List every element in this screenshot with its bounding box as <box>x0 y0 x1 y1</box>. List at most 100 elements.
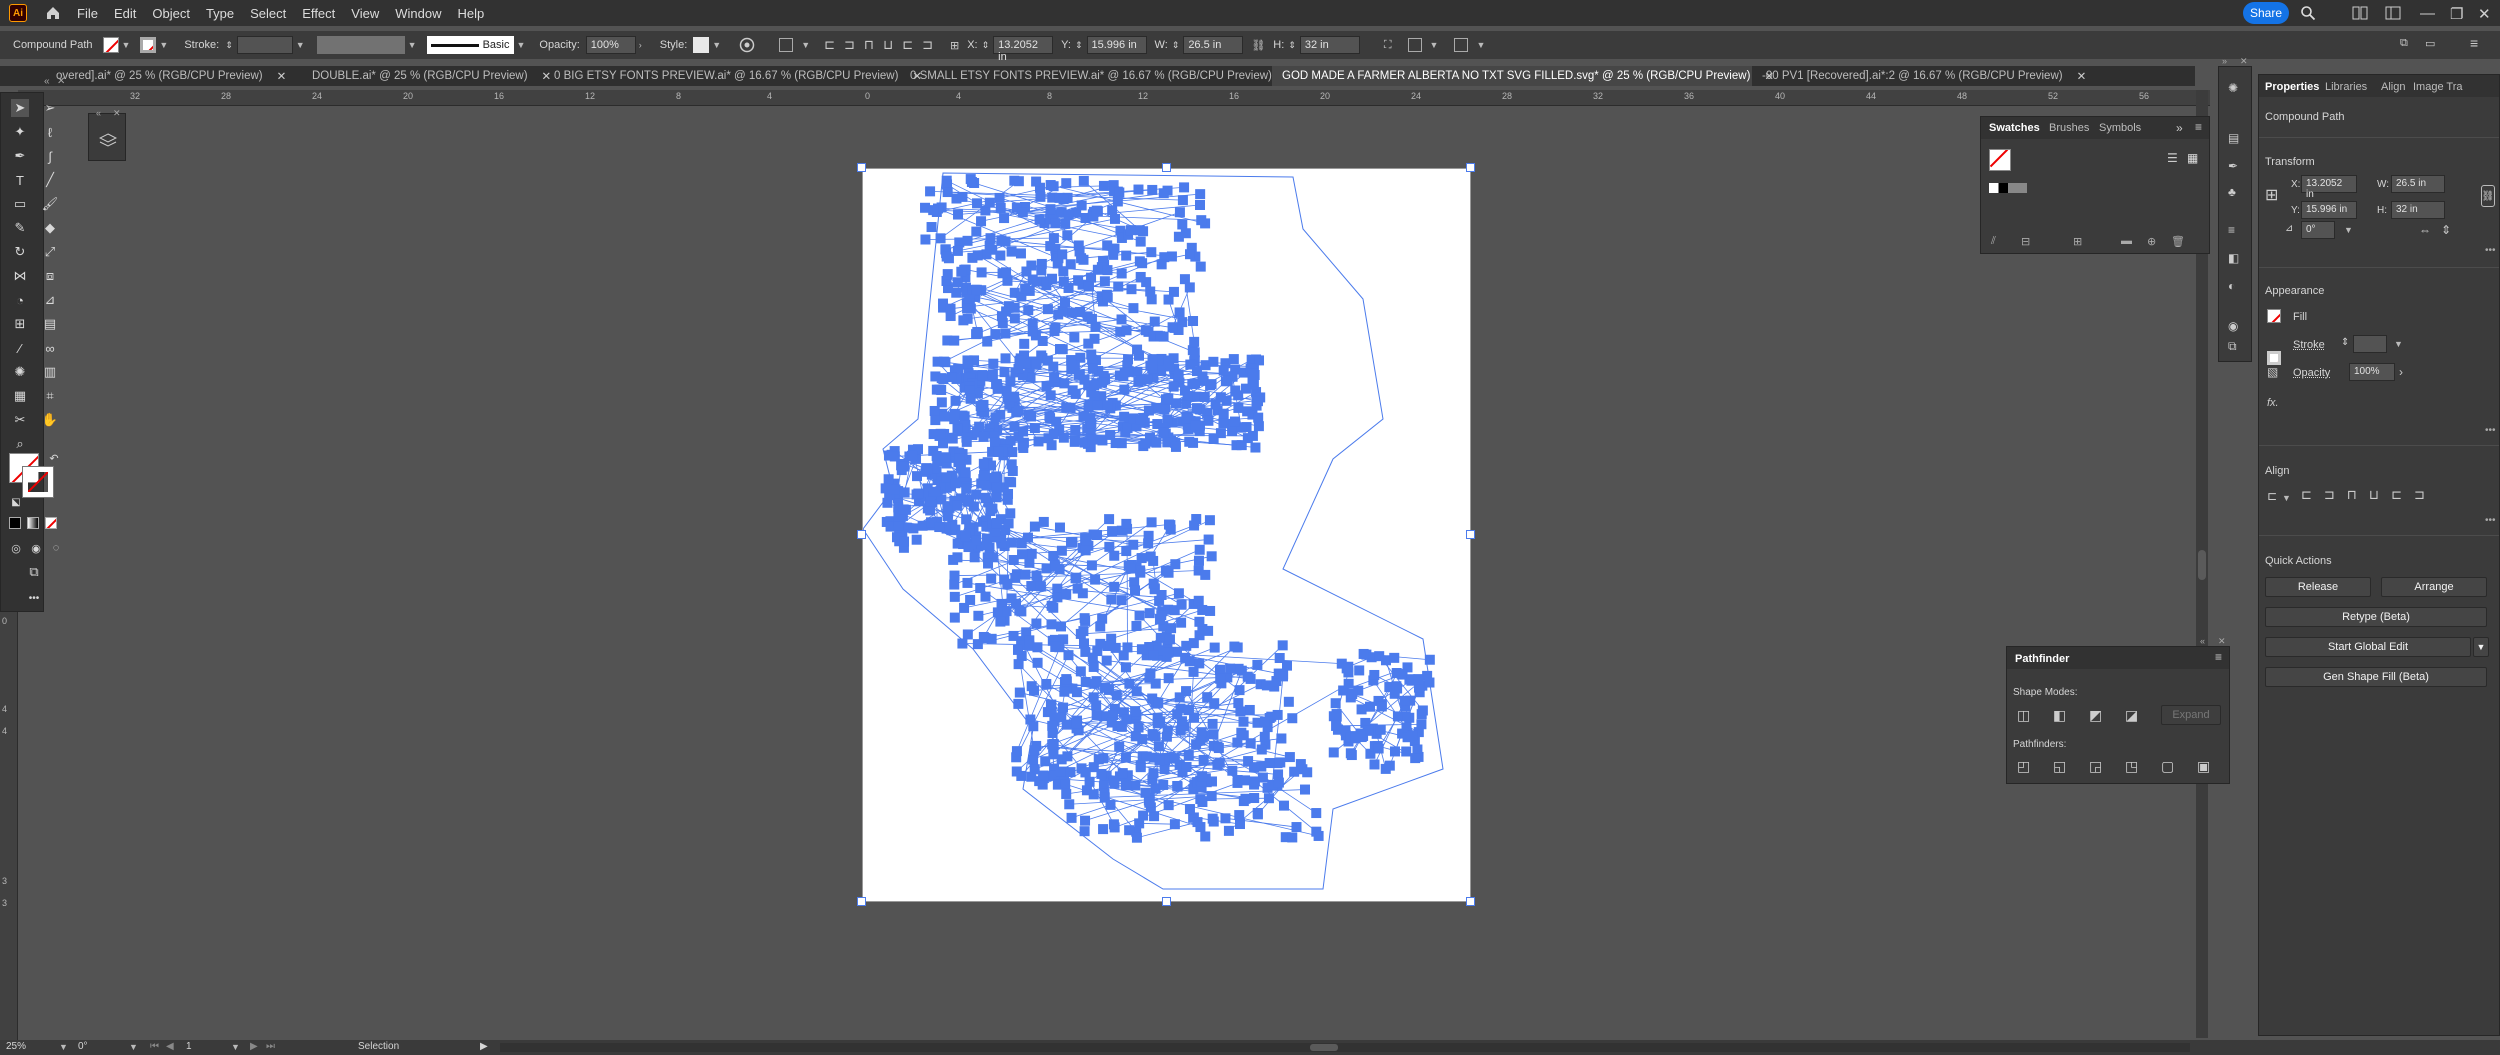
recolor-artwork-icon[interactable] <box>739 37 755 53</box>
h-field[interactable]: 32 in <box>2391 201 2445 219</box>
tab-document-6[interactable]: -00 PV1 [Recovered].ai*:2 @ 16.67 % (RGB… <box>1752 66 2086 86</box>
screen-mode-icon[interactable]: ⧉ <box>25 563 43 581</box>
tab-image-trace[interactable]: Image Tra <box>2413 81 2463 93</box>
swatch-row[interactable] <box>1989 183 2027 193</box>
selection-handle-left[interactable] <box>857 530 866 539</box>
menu-view[interactable]: View <box>351 6 379 21</box>
chevron-right-icon[interactable]: ▶ <box>480 1041 488 1052</box>
retype-button[interactable]: Retype (Beta) <box>2265 607 2487 627</box>
constrain-proportions-icon[interactable]: ⛓ <box>1251 39 1265 52</box>
collapse-icon[interactable]: « <box>2200 636 2205 646</box>
chevron-down-icon[interactable]: ▼ <box>801 40 810 50</box>
x-field[interactable]: 13.2052 in <box>2301 175 2357 200</box>
pen-dock-icon[interactable]: ✒ <box>2228 159 2238 173</box>
menu-select[interactable]: Select <box>250 6 286 21</box>
menu-effect[interactable]: Effect <box>302 6 335 21</box>
selection-tool-icon[interactable]: ➤ <box>11 99 29 117</box>
tab-libraries[interactable]: Libraries <box>2325 81 2367 93</box>
chevron-down-icon[interactable]: ▼ <box>1430 40 1439 50</box>
show-kinds-icon[interactable]: ⊟ <box>2021 235 2030 248</box>
blend-tool-icon[interactable]: ∞ <box>41 339 59 357</box>
menu-type[interactable]: Type <box>206 6 234 21</box>
tab-document-5[interactable]: GOD MADE A FARMER ALBERTA NO TXT SVG FIL… <box>1272 66 1774 86</box>
opacity-field[interactable]: 100% <box>2349 363 2395 381</box>
type-tool-icon[interactable]: T <box>11 171 29 189</box>
graphic-style-swatch[interactable] <box>693 37 710 53</box>
rotate-view[interactable]: 0° <box>78 1041 88 1052</box>
chevron-down-icon[interactable]: ▼ <box>712 40 721 50</box>
color-mode-icon[interactable] <box>9 517 21 529</box>
column-graph-tool-icon[interactable]: ▥ <box>41 363 59 381</box>
more-tools-icon[interactable]: ••• <box>25 589 43 607</box>
home-icon[interactable] <box>45 5 61 21</box>
chevron-right-icon[interactable]: › <box>2399 365 2403 379</box>
y-field[interactable]: 15.996 in <box>1086 36 1147 54</box>
slice-tool-icon[interactable]: ✂ <box>11 411 29 429</box>
chevron-down-icon[interactable]: ▼ <box>1476 40 1485 50</box>
layers-icon[interactable] <box>99 132 117 150</box>
last-artboard-icon[interactable]: ⏭ <box>266 1041 275 1052</box>
thumbnail-view-icon[interactable]: ▦ <box>2187 151 2198 165</box>
gen-shape-fill-button[interactable]: Gen Shape Fill (Beta) <box>2265 667 2487 687</box>
stroke-swatch[interactable] <box>140 37 157 53</box>
free-transform-tool-icon[interactable]: ⧈ <box>41 267 59 285</box>
reference-point-icon[interactable]: ⊞ <box>2265 185 2278 205</box>
variable-width-profile[interactable] <box>316 36 405 54</box>
pen-tool-icon[interactable]: ✒ <box>11 147 29 165</box>
scale-tool-icon[interactable]: ⤢ <box>41 243 59 261</box>
w-field[interactable]: 26.5 in <box>2391 175 2445 193</box>
flip-horizontal-icon[interactable]: ⇔ <box>2419 223 2431 237</box>
zoom-tool-icon[interactable]: ⌕ <box>11 435 29 453</box>
chevron-down-icon[interactable]: ▼ <box>517 40 526 50</box>
gradient-mode-icon[interactable] <box>27 517 39 529</box>
transform-icon[interactable]: ⛶ <box>1384 39 1392 52</box>
first-artboard-icon[interactable]: ⏮ <box>150 1041 159 1052</box>
direct-selection-tool-icon[interactable]: ➢ <box>41 99 59 117</box>
default-fill-stroke-icon[interactable]: ⬕ <box>7 493 25 511</box>
close-icon[interactable]: ✕ <box>2478 5 2491 23</box>
more-options-icon[interactable]: ••• <box>2485 425 2496 436</box>
scroll-thumb[interactable] <box>2198 550 2206 580</box>
arrange-icon[interactable] <box>1454 38 1469 52</box>
y-field[interactable]: 15.996 in <box>2301 201 2357 219</box>
panel-switcher-icon[interactable]: ⧉ <box>2400 37 2408 50</box>
graphic-styles-dock-icon[interactable]: ⧉ <box>2228 339 2237 354</box>
width-tool-icon[interactable]: ⋈ <box>11 267 29 285</box>
stroke-dock-icon[interactable]: ≡ <box>2228 223 2235 237</box>
collapse-icon[interactable]: « <box>44 76 50 87</box>
stroke-weight-field[interactable] <box>236 36 293 54</box>
chevron-down-icon[interactable]: ▼ <box>2473 637 2489 657</box>
stepper-icon[interactable]: ⇕ <box>1288 40 1296 51</box>
align-buttons-group[interactable]: ⊏⊐⊓⊔⊏⊐ <box>824 37 942 53</box>
outline-icon[interactable]: ▢ <box>2161 758 2174 775</box>
paintbrush-tool-icon[interactable]: 🖌 <box>41 195 59 213</box>
list-view-icon[interactable]: ☰ <box>2167 151 2178 165</box>
intersect-icon[interactable]: ◩ <box>2089 707 2102 724</box>
hamburger-menu-icon[interactable]: ≡ <box>2470 35 2478 51</box>
panel-menu-icon[interactable]: ≡ <box>2215 650 2222 664</box>
curvature-tool-icon[interactable]: ∫ <box>41 147 59 165</box>
expand-icon[interactable]: » <box>2176 121 2183 135</box>
gradient-tool-icon[interactable]: ▤ <box>41 315 59 333</box>
eraser-tool-icon[interactable]: ◆ <box>41 219 59 237</box>
maximize-icon[interactable]: ❐ <box>2450 5 2463 23</box>
swatch-options-icon[interactable]: ⊞ <box>2073 235 2082 248</box>
align-to-icon[interactable] <box>779 38 794 52</box>
collapse-icon[interactable]: « <box>96 108 101 118</box>
reference-point-icon[interactable]: ⊞ <box>950 39 959 52</box>
stepper-icon[interactable]: ⇕ <box>982 40 990 51</box>
close-panel-icon[interactable]: ✕ <box>57 76 65 87</box>
chevron-right-icon[interactable]: › <box>639 40 642 50</box>
artboard-tool-icon[interactable]: ⌗ <box>41 387 59 405</box>
brush-definition[interactable]: Basic <box>426 36 514 54</box>
previous-artboard-icon[interactable]: ◀ <box>166 1041 174 1052</box>
merge-icon[interactable]: ◲ <box>2089 758 2102 775</box>
layout-icon[interactable]: ▭ <box>2425 37 2435 50</box>
search-icon[interactable] <box>2300 5 2316 21</box>
menu-window[interactable]: Window <box>395 6 441 21</box>
chevron-down-icon[interactable]: ▼ <box>159 40 168 50</box>
tab-align[interactable]: Align <box>2381 81 2405 93</box>
menu-edit[interactable]: Edit <box>114 6 136 21</box>
collapse-icon[interactable]: » <box>2222 56 2227 66</box>
arrange-button[interactable]: Arrange <box>2381 577 2487 597</box>
